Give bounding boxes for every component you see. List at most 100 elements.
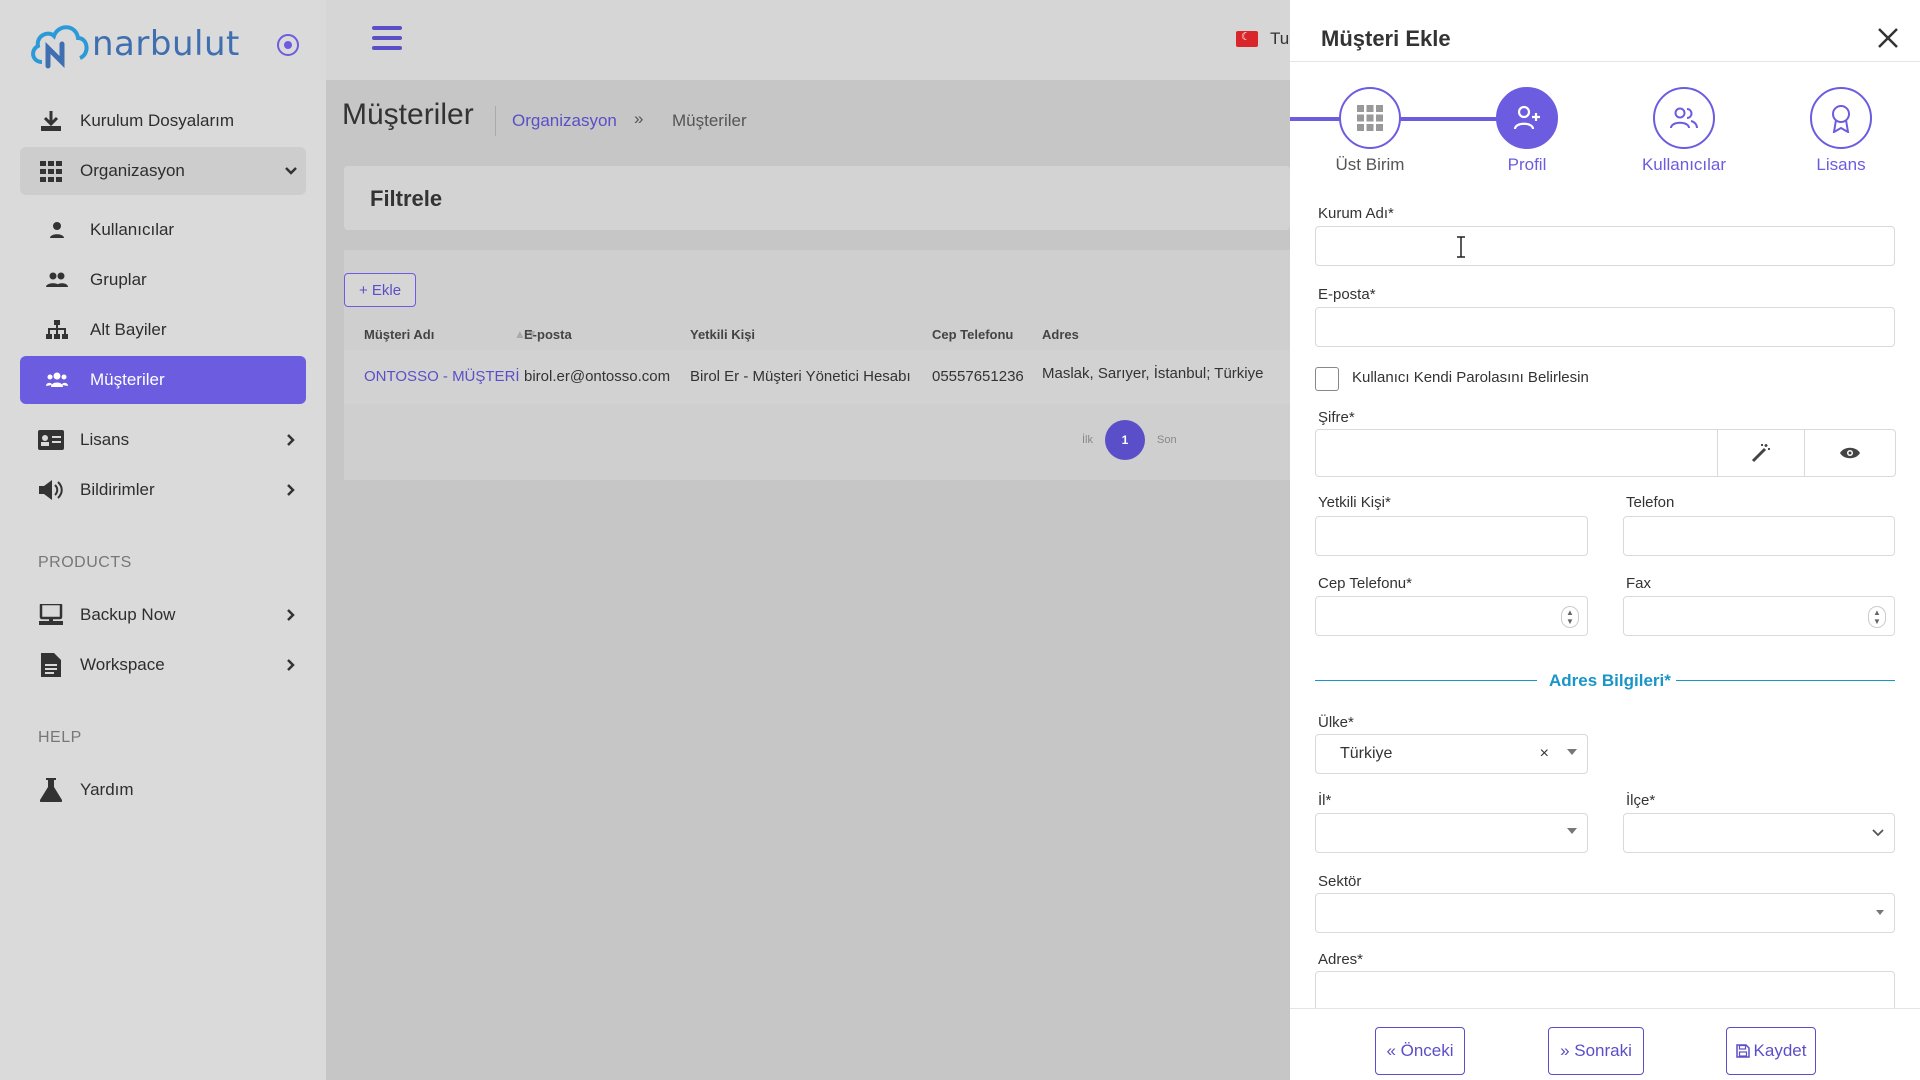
column-header[interactable]: Cep Telefonu xyxy=(932,327,1013,342)
filter-title: Filtrele xyxy=(370,186,443,211)
cep-label: Cep Telefonu* xyxy=(1318,575,1412,592)
step-lisans[interactable] xyxy=(1810,87,1872,149)
adres-label: Adres* xyxy=(1318,951,1364,968)
language-selector[interactable]: Tu xyxy=(1270,29,1289,49)
step-kullanicilar[interactable] xyxy=(1653,87,1715,149)
customers-table-card: + Ekle Müşteri Adı ▲▼ E-posta Yetkili Ki… xyxy=(344,250,1290,480)
ulke-select[interactable]: Türkiye × xyxy=(1315,734,1588,774)
grid-icon xyxy=(1357,105,1383,131)
clear-icon[interactable]: × xyxy=(1540,745,1549,763)
table-cell: Maslak, Sarıyer, İstanbul; Türkiye xyxy=(1042,365,1264,382)
chevron-down-icon xyxy=(1872,829,1884,837)
save-button[interactable]: Kaydet xyxy=(1726,1027,1816,1075)
sidebar-item-workspace[interactable]: Workspace xyxy=(20,641,306,689)
hamburger-menu-icon[interactable] xyxy=(372,26,402,52)
sidebar-item-yardim[interactable]: Yardım xyxy=(20,766,306,814)
telefon-label: Telefon xyxy=(1626,494,1675,511)
grid-icon xyxy=(34,159,68,183)
sidebar-item-label: Workspace xyxy=(80,655,165,674)
column-header[interactable]: E-posta xyxy=(524,327,572,342)
own-password-checkbox[interactable] xyxy=(1315,367,1339,391)
sidebar-item-alt-bayiler[interactable]: Alt Bayiler xyxy=(20,306,306,354)
add-customer-drawer: Müşteri Ekle Üst Birim Profil Kullanıcıl… xyxy=(1290,0,1920,1080)
drawer-title: Müşteri Ekle xyxy=(1321,26,1451,51)
turkey-flag-icon[interactable] xyxy=(1236,30,1258,47)
own-password-label[interactable]: Kullanıcı Kendi Parolasını Belirlesin xyxy=(1352,369,1589,386)
add-button[interactable]: + Ekle xyxy=(344,273,416,307)
sidebar-item-organizasyon[interactable]: Organizasyon xyxy=(20,147,306,195)
sektor-select[interactable] xyxy=(1315,893,1895,933)
fax-input[interactable]: ▲ ▼ xyxy=(1623,596,1895,636)
step-label: Profil xyxy=(1507,155,1547,174)
breadcrumb-link-organizasyon[interactable]: Organizasyon xyxy=(512,111,617,131)
logo-text: narbulut xyxy=(92,24,240,64)
column-header[interactable]: Adres xyxy=(1042,327,1079,342)
chevron-right-icon xyxy=(276,483,306,497)
step-label: Kullanıcılar xyxy=(1641,155,1727,174)
previous-button[interactable]: « Önceki xyxy=(1375,1027,1465,1075)
sidebar-item-musteriler[interactable]: Müşteriler xyxy=(20,356,306,404)
ilce-label: İlçe* xyxy=(1626,792,1656,809)
sidebar-item-kurulum[interactable]: Kurulum Dosyalarım xyxy=(20,97,306,145)
dropdown-arrow-icon xyxy=(1567,828,1577,834)
sidebar-item-bildirimler[interactable]: Bildirimler xyxy=(20,466,306,514)
sidebar-item-label: Müşteriler xyxy=(90,370,165,389)
table-cell: 05557651236 xyxy=(932,368,1024,385)
sidebar-item-label: Kullanıcılar xyxy=(90,220,175,239)
customer-name-link[interactable]: ONTOSSO - MÜŞTERİ xyxy=(364,368,520,385)
section-heading-help: HELP xyxy=(38,729,82,746)
pager-page[interactable]: 1 xyxy=(1105,420,1145,460)
table-cell: Birol Er - Müşteri Yönetici Hesabı xyxy=(690,368,911,385)
sidebar-item-backup-now[interactable]: Backup Now xyxy=(20,591,306,639)
kurum-adi-label: Kurum Adı* xyxy=(1318,205,1394,222)
column-header[interactable]: Yetkili Kişi xyxy=(690,327,755,342)
show-password-button[interactable] xyxy=(1804,429,1896,477)
sidebar-item-gruplar[interactable]: Gruplar xyxy=(20,256,306,304)
sidebar-item-kullanicilar[interactable]: Kullanıcılar xyxy=(20,206,306,254)
download-icon xyxy=(34,109,68,133)
logo[interactable]: narbulut xyxy=(28,16,240,72)
award-icon xyxy=(1832,105,1850,133)
section-divider xyxy=(1676,680,1895,681)
megaphone-icon xyxy=(34,479,68,501)
number-spinner[interactable]: ▲ ▼ xyxy=(1561,606,1579,628)
kurum-adi-input[interactable] xyxy=(1315,226,1895,266)
step-label: Üst Birim xyxy=(1335,155,1405,174)
sifre-label: Şifre* xyxy=(1318,409,1355,426)
step-profil[interactable] xyxy=(1496,87,1558,149)
filter-panel[interactable]: Filtrele xyxy=(344,166,1290,230)
ulke-label: Ülke* xyxy=(1318,714,1354,731)
sidebar-item-label: Alt Bayiler xyxy=(90,320,167,339)
breadcrumb-divider xyxy=(495,106,496,136)
table-cell: birol.er@ontosso.com xyxy=(524,368,671,385)
close-icon[interactable] xyxy=(1874,24,1902,52)
user-plus-icon xyxy=(1513,105,1540,130)
pager-last[interactable]: Son xyxy=(1157,434,1177,446)
ilce-select[interactable] xyxy=(1623,813,1895,853)
sifre-input[interactable] xyxy=(1315,429,1718,477)
sidebar-item-label: Bildirimler xyxy=(80,480,155,499)
generate-password-button[interactable] xyxy=(1717,429,1805,477)
target-icon[interactable] xyxy=(276,33,300,57)
sidebar: narbulut Kurulum Dosyalarım Organizasyon… xyxy=(0,0,326,1080)
main-content: Tu Müşteriler Organizasyon » Müşteriler … xyxy=(326,0,1290,1080)
pager-first[interactable]: İlk xyxy=(1082,434,1093,446)
next-button[interactable]: » Sonraki xyxy=(1548,1027,1644,1075)
number-spinner[interactable]: ▲ ▼ xyxy=(1868,606,1886,628)
column-header[interactable]: Müşteri Adı xyxy=(364,327,434,342)
chevron-down-icon xyxy=(276,164,306,178)
il-label: İl* xyxy=(1318,792,1332,809)
cep-input[interactable]: ▲ ▼ xyxy=(1315,596,1588,636)
user-icon xyxy=(40,221,74,239)
telefon-input[interactable] xyxy=(1623,516,1895,556)
sidebar-item-label: Gruplar xyxy=(90,270,147,289)
eposta-input[interactable] xyxy=(1315,307,1895,347)
sidebar-item-label: Backup Now xyxy=(80,605,176,624)
yetkili-input[interactable] xyxy=(1315,516,1588,556)
users-group-icon xyxy=(40,371,74,389)
cloud-logo-icon xyxy=(31,25,89,69)
il-select[interactable] xyxy=(1315,813,1588,853)
sidebar-item-lisans[interactable]: Lisans xyxy=(20,416,306,464)
step-ust-birim[interactable] xyxy=(1339,87,1401,149)
drawer-header: Müşteri Ekle xyxy=(1290,0,1920,62)
